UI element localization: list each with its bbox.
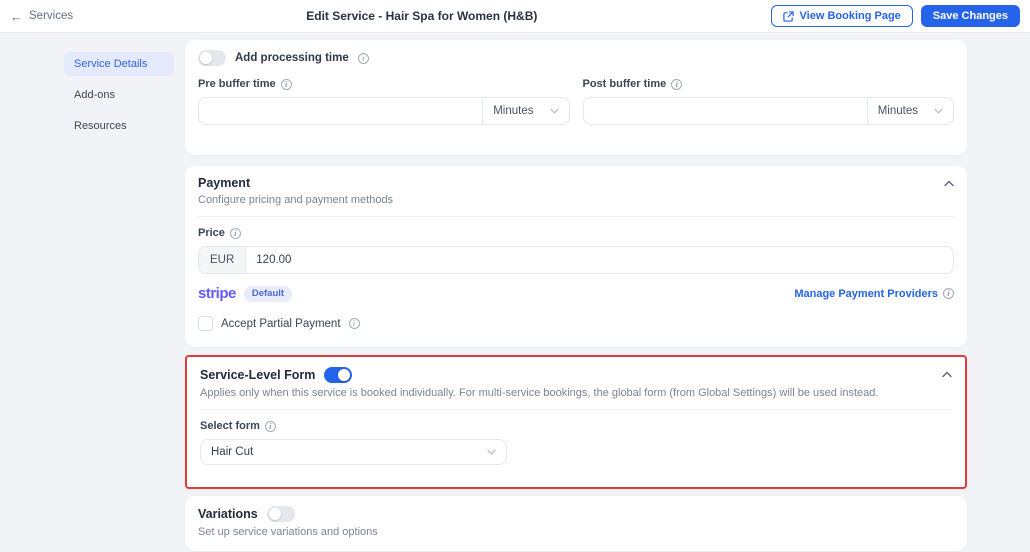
post-buffer-input[interactable] [583,98,867,124]
info-icon[interactable]: i [280,78,292,90]
main-content: Add processing time i Pre buffer time i … [185,34,967,551]
back-arrow-icon: ← [10,8,23,24]
pre-buffer-input-group: Minutes [198,97,570,125]
price-label: Price [198,227,225,239]
currency-prefix: EUR [199,247,247,273]
payment-header-row: Payment Configure pricing and payment me… [198,176,954,206]
unit-label: Minutes [877,105,918,117]
variations-subtitle: Set up service variations and options [198,526,378,538]
info-icon[interactable]: i [229,227,241,239]
unit-label: Minutes [493,105,534,117]
price-label-row: Price i [198,227,241,239]
info-icon[interactable]: i [264,420,276,432]
pre-buffer-column: Pre buffer time i Minutes [198,70,570,125]
sidebar-item-label: Resources [74,120,127,132]
divider [200,409,952,410]
post-buffer-unit-select[interactable]: Minutes [866,98,953,124]
selected-form-value: Hair Cut [211,446,254,458]
divider [198,216,954,217]
back-to-services-link[interactable]: ← Services [10,10,73,23]
post-buffer-label-row: Post buffer time i [583,78,683,90]
service-level-form-card: Service-Level Form Applies only when thi… [185,355,967,489]
info-icon[interactable]: i [348,318,360,329]
info-icon[interactable]: i [357,52,369,64]
top-bar: ← Services Edit Service - Hair Spa for W… [0,0,1030,33]
default-provider-badge: Default [243,285,293,302]
variations-title: Variations [198,507,258,521]
partial-payment-row: Accept Partial Payment i [198,316,954,331]
sidebar-item-add-ons[interactable]: Add-ons [64,83,174,107]
payment-card: Payment Configure pricing and payment me… [185,166,967,347]
payment-provider-row: stripe Default Manage Payment Providers … [198,285,954,302]
add-processing-time-toggle[interactable] [198,50,226,66]
select-form-label: Select form [200,420,260,432]
variations-toggle[interactable] [266,506,295,522]
form-select-dropdown[interactable]: Hair Cut [200,439,507,465]
view-booking-page-label: View Booking Page [799,10,901,22]
processing-time-row: Add processing time i [198,50,954,66]
manage-payment-providers-link[interactable]: Manage Payment Providers i [794,288,954,300]
accept-partial-payment-checkbox[interactable] [198,316,213,331]
manage-payment-providers-label: Manage Payment Providers [794,287,938,300]
service-form-header-row: Service-Level Form [200,367,952,383]
stripe-logo: stripe [198,285,236,302]
back-label: Services [29,10,74,22]
collapse-chevron-up-icon[interactable] [942,371,952,378]
price-input[interactable] [246,247,953,273]
pre-buffer-label-row: Pre buffer time i [198,78,292,90]
settings-sidebar: Service Details Add-ons Resources [64,52,174,145]
service-level-form-toggle[interactable] [324,367,353,383]
info-icon[interactable]: i [671,78,683,90]
view-booking-page-button[interactable]: View Booking Page [770,5,913,27]
chevron-down-icon [934,108,943,114]
external-link-icon [782,10,794,22]
sidebar-item-label: Service Details [74,58,148,70]
variations-header-row: Variations [198,506,954,522]
service-form-title: Service-Level Form [200,368,316,382]
pre-buffer-label: Pre buffer time [198,78,276,90]
save-changes-button[interactable]: Save Changes [920,5,1020,27]
page-title: Edit Service - Hair Spa for Women (H&B) [306,9,538,23]
buffer-time-columns: Pre buffer time i Minutes Post buffer ti… [198,70,954,125]
price-input-group: EUR [198,246,954,274]
variations-card: Variations Set up service variations and… [185,496,967,551]
sidebar-item-service-details[interactable]: Service Details [64,52,174,76]
pre-buffer-unit-select[interactable]: Minutes [482,98,568,124]
payment-title: Payment [198,176,251,190]
post-buffer-label: Post buffer time [582,78,667,90]
payment-subtitle: Configure pricing and payment methods [198,194,394,206]
topbar-actions: View Booking Page Save Changes [770,5,1020,27]
save-changes-label: Save Changes [932,10,1008,22]
accept-partial-payment-label: Accept Partial Payment [221,317,341,330]
select-form-label-row: Select form i [200,420,276,432]
scheduling-card: Add processing time i Pre buffer time i … [185,40,967,155]
sidebar-item-label: Add-ons [74,89,115,101]
sidebar-item-resources[interactable]: Resources [64,114,174,138]
chevron-down-icon [549,108,559,114]
chevron-down-icon [487,449,496,455]
processing-time-label: Add processing time [235,52,349,64]
pre-buffer-input[interactable] [199,98,483,124]
post-buffer-column: Post buffer time i Minutes [582,70,954,125]
info-icon[interactable]: i [943,288,954,299]
post-buffer-input-group: Minutes [582,97,954,125]
service-form-description: Applies only when this service is booked… [200,387,879,399]
collapse-chevron-up-icon[interactable] [944,180,954,187]
